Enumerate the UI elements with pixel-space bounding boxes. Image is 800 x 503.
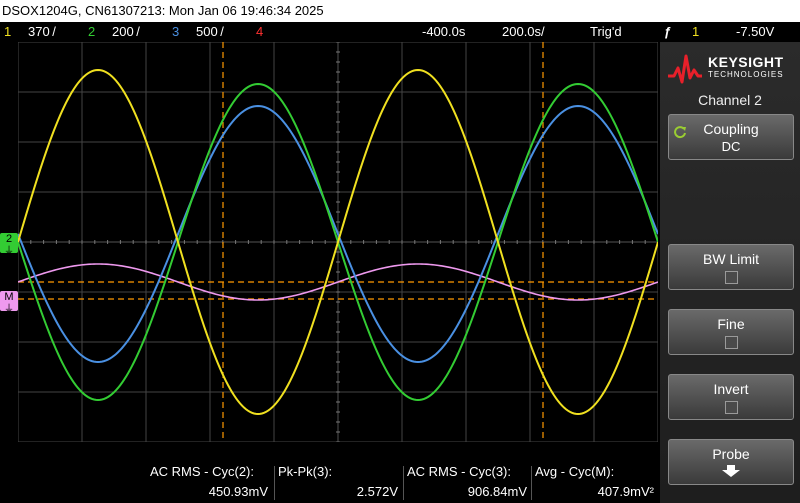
bw-limit-softkey[interactable]: BW Limit [668, 244, 794, 290]
measurement-value: 450.93mV [208, 484, 268, 499]
horizontal-delay: -400.0s [422, 24, 466, 39]
measurement-4[interactable]: Avg - Cyc(M): 407.9mV² [535, 464, 658, 502]
window-title: DSOX1204G, CN61307213: Mon Jan 06 19:46:… [0, 0, 800, 22]
timebase-scale: 200.0s/ [502, 24, 545, 39]
coupling-label: Coupling [703, 121, 759, 137]
arrow-down-icon [722, 465, 740, 477]
measurement-label: Pk-Pk(3): [278, 464, 333, 479]
ground-icon: ⏚ [4, 246, 14, 257]
math-marker-label: M [4, 291, 14, 303]
fine-label: Fine [717, 316, 745, 332]
keysight-logo: KEYSIGHT TECHNOLOGIES [666, 48, 796, 88]
ch2-ground-marker[interactable]: 2 ⏚ [0, 233, 18, 257]
keysight-wave-icon [668, 54, 702, 84]
divider [403, 466, 404, 500]
waveform-display[interactable] [18, 42, 658, 442]
measurement-label: AC RMS - Cyc(3): [407, 464, 511, 479]
brand-name: KEYSIGHT [708, 54, 784, 70]
invert-label: Invert [713, 381, 749, 397]
measurement-3[interactable]: AC RMS - Cyc(3): 906.84mV [407, 464, 531, 502]
fine-softkey[interactable]: Fine [668, 309, 794, 355]
trigger-level: -7.50V [736, 24, 775, 39]
coupling-value: DC [721, 139, 741, 154]
coupling-softkey[interactable]: Coupling DC [668, 114, 794, 160]
fine-checkbox[interactable] [724, 336, 738, 349]
brand-subtitle: TECHNOLOGIES [708, 70, 784, 79]
ch3-number[interactable]: 3 [172, 22, 179, 41]
ch2-number[interactable]: 2 [88, 22, 95, 41]
bw-limit-label: BW Limit [703, 251, 759, 267]
ch3-scale: 500 / [196, 24, 224, 39]
measurement-1[interactable]: AC RMS - Cyc(2): 450.93mV [150, 464, 272, 502]
ch1-scale: 370 / [28, 24, 56, 39]
channel-status-bar: 1 370 / 2 200 / 3 500 / 4 -400.0s 200.0s… [0, 22, 800, 41]
measurement-value: 407.9mV² [597, 484, 654, 499]
measurement-value: 2.572V [356, 484, 398, 499]
probe-softkey[interactable]: Probe [668, 439, 794, 485]
measurement-label: Avg - Cyc(M): [535, 464, 615, 479]
math-ground-marker[interactable]: M ⏚ [0, 291, 18, 315]
ch2-scale: 200 / [112, 24, 140, 39]
invert-checkbox[interactable] [724, 401, 738, 414]
trigger-state: Trig'd [590, 24, 622, 39]
menu-title: Channel 2 [698, 92, 762, 108]
invert-softkey[interactable]: Invert [668, 374, 794, 420]
measurement-bar: AC RMS - Cyc(2): 450.93mV Pk-Pk(3): 2.57… [0, 462, 660, 503]
trigger-source: 1 [692, 24, 700, 39]
rotate-knob-icon [674, 126, 686, 139]
measurement-2[interactable]: Pk-Pk(3): 2.572V [278, 464, 402, 502]
trigger-edge-icon: ƒ [664, 24, 672, 39]
softkey-panel: KEYSIGHT TECHNOLOGIES Channel 2 Coupling… [660, 42, 800, 503]
ground-icon: ⏚ [4, 304, 14, 315]
measurement-value: 906.84mV [467, 484, 527, 499]
bw-limit-checkbox[interactable] [724, 271, 738, 284]
probe-label: Probe [712, 446, 750, 462]
divider [274, 466, 275, 500]
ch2-marker-label: 2 [5, 233, 13, 245]
ch1-number[interactable]: 1 [4, 22, 11, 41]
divider [531, 466, 532, 500]
measurement-label: AC RMS - Cyc(2): [150, 464, 254, 479]
ch4-number[interactable]: 4 [256, 22, 263, 41]
